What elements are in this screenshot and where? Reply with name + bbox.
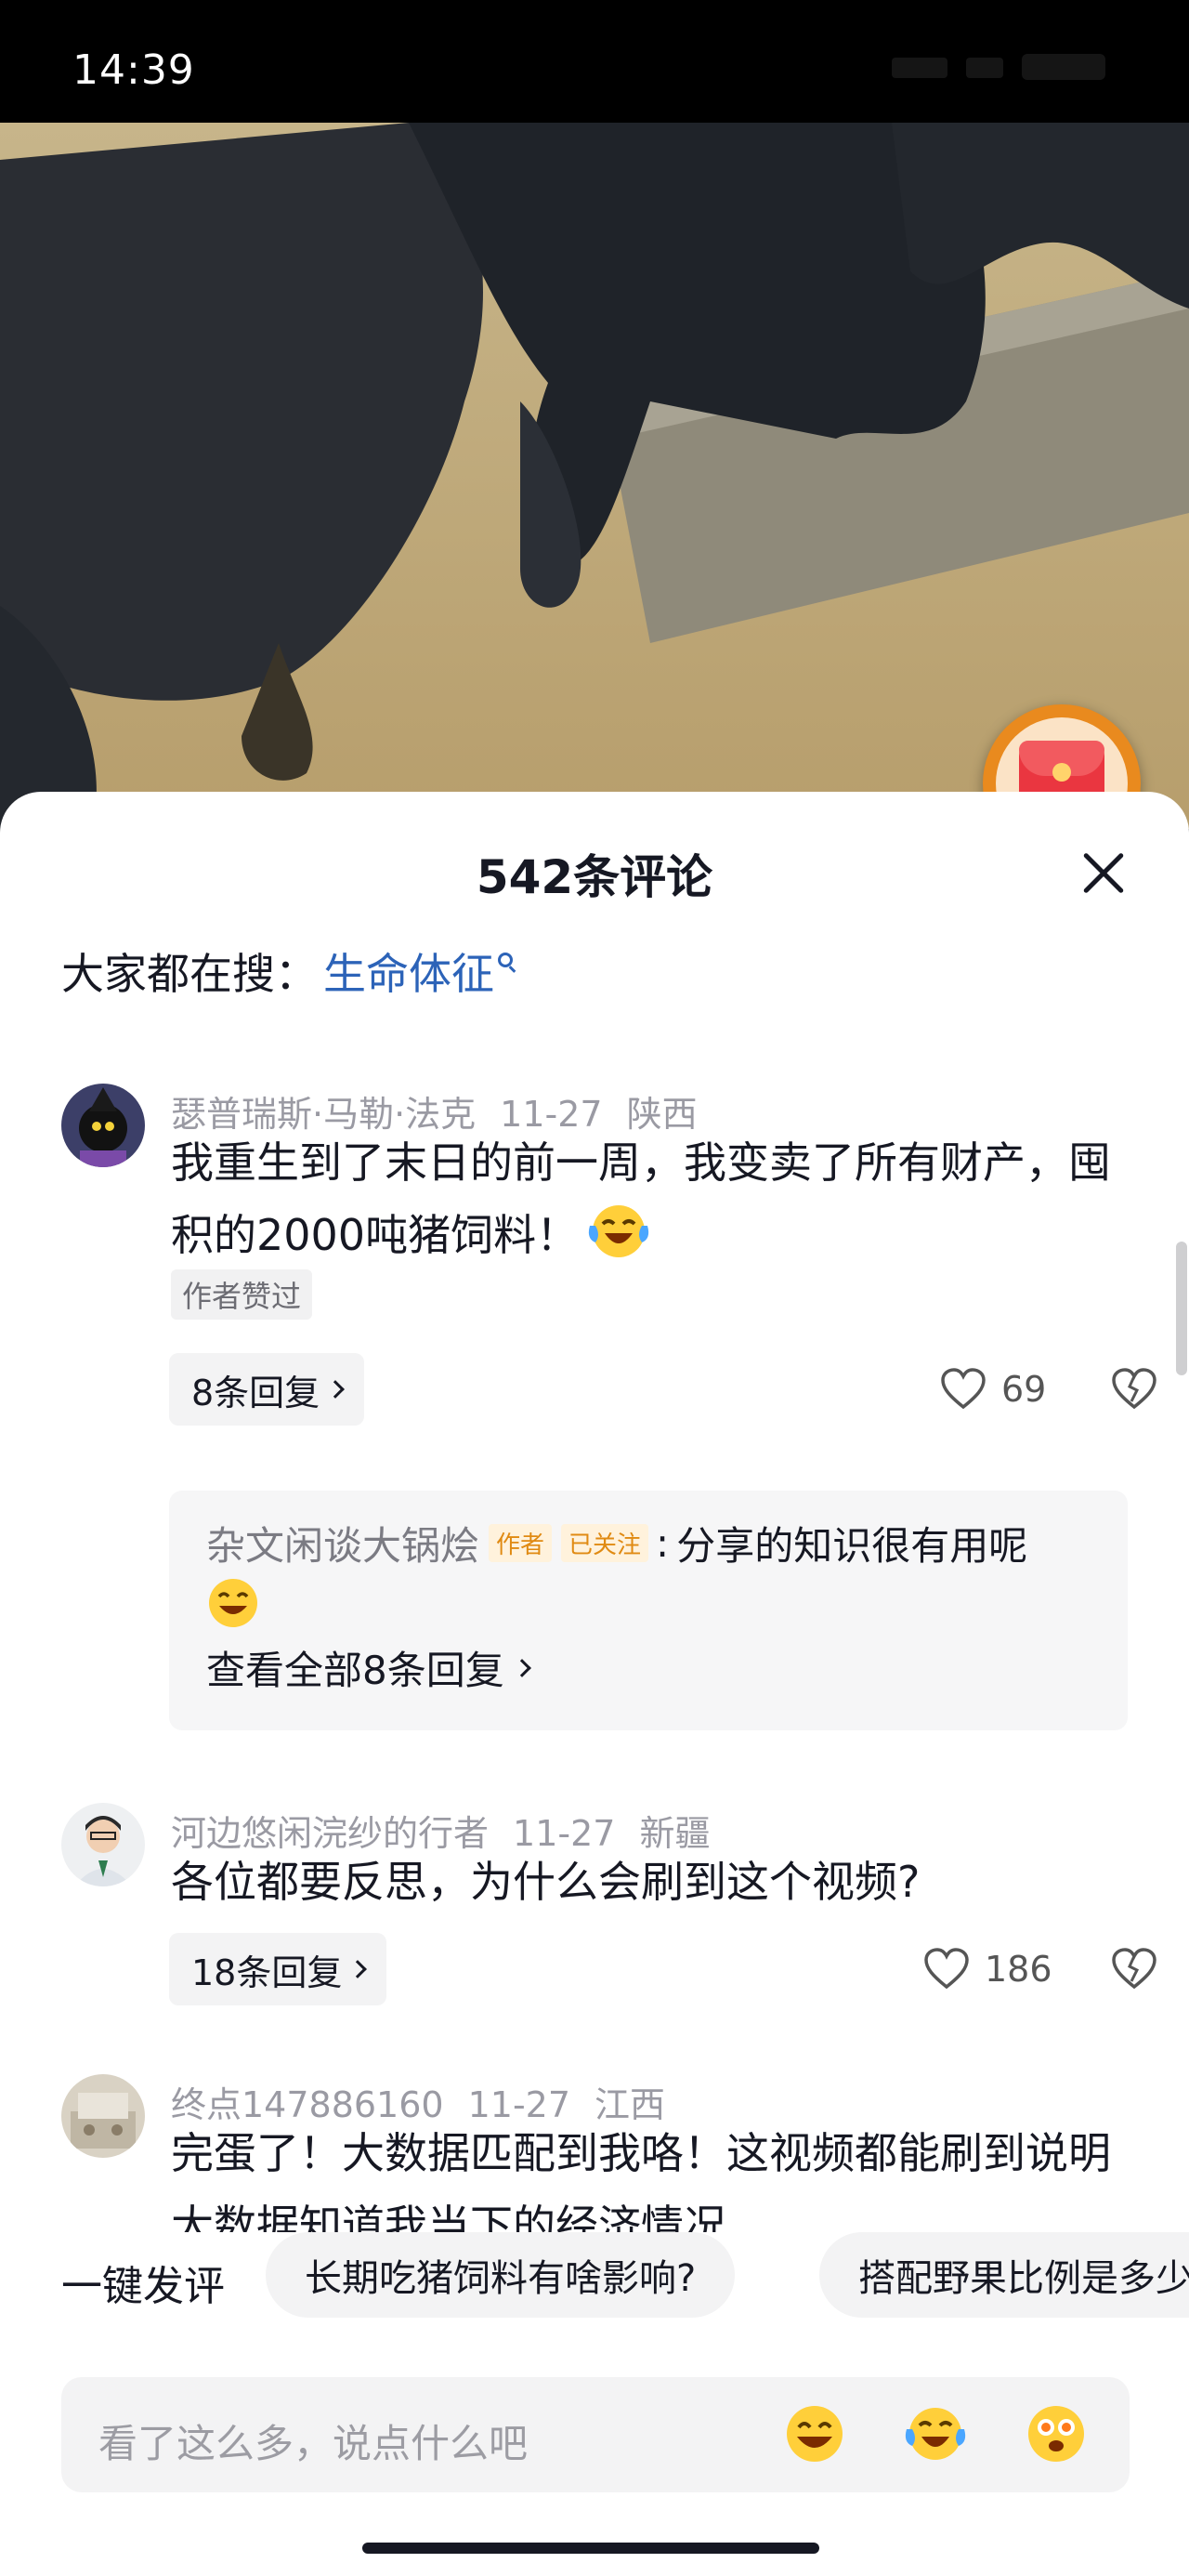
avatar[interactable] — [61, 2074, 145, 2158]
comment-count-title: 542条评论 — [476, 850, 713, 904]
avatar-image — [61, 1803, 145, 1886]
grin-emoji-icon — [209, 1579, 257, 1627]
comment-text: 各位都要反思，为什么会刷到这个视频? — [171, 1857, 921, 1907]
like-button[interactable]: 69 — [940, 1368, 1046, 1411]
quick-comment-label: 一键发评 — [61, 2263, 225, 2310]
system-status-icons — [892, 54, 1105, 80]
trending-search-label: 大家都在搜： — [61, 949, 318, 999]
trending-search-keyword[interactable]: 生命体征 — [323, 940, 494, 1002]
like-count: 186 — [985, 1949, 1052, 1990]
comment-input[interactable]: 看了这么多，说点什么吧 — [61, 2377, 1130, 2492]
view-replies-button[interactable]: 18条回复 — [169, 1933, 387, 2005]
close-icon[interactable] — [1080, 849, 1127, 896]
view-all-replies-link[interactable]: 查看全部8条回复 — [206, 1639, 531, 1696]
laugh-cry-emoji-icon — [588, 1205, 649, 1257]
status-time: 14:39 — [72, 46, 195, 94]
search-icon — [498, 953, 513, 967]
reply-preview[interactable]: 杂文闲谈大锅烩 作者 已关注 : 分享的知识很有用呢 查看全部8条回复 — [169, 1491, 1128, 1730]
chevron-right-icon — [348, 1960, 368, 1978]
comment-text: 我重生到了末日的前一周，我变卖了所有财产，囤积的2000吨猪饲料！ — [171, 1137, 1111, 1260]
author-badge: 作者 — [489, 1524, 553, 1562]
comment-input-placeholder: 看了这么多，说点什么吧 — [98, 2421, 529, 2466]
dislike-icon[interactable] — [1111, 1948, 1157, 1991]
avatar-image — [61, 1084, 145, 1167]
grin-emoji-icon[interactable] — [782, 2403, 847, 2464]
avatar[interactable] — [61, 1084, 145, 1167]
laugh-cry-emoji-icon[interactable] — [903, 2403, 968, 2464]
avatar[interactable] — [61, 1803, 145, 1886]
home-indicator[interactable] — [362, 2543, 819, 2554]
comment-sheet: 542条评论 大家都在搜： 生命体征 瑟普瑞斯·马勒·法克 11-27 陕西 我… — [0, 792, 1189, 2576]
dislike-icon[interactable] — [1111, 1368, 1157, 1411]
quick-comment-chip[interactable]: 长期吃猪饲料有啥影响? — [266, 2232, 736, 2318]
followed-badge: 已关注 — [561, 1524, 649, 1562]
like-count: 69 — [1001, 1369, 1047, 1410]
view-replies-button[interactable]: 8条回复 — [169, 1353, 365, 1426]
author-liked-tag: 作者赞过 — [171, 1269, 313, 1320]
chevron-right-icon — [512, 1658, 531, 1677]
chevron-right-icon — [326, 1380, 346, 1399]
comment-actions: 69 — [669, 1353, 1189, 1426]
quick-comment-bar: 一键发评 长期吃猪饲料有啥影响? 搭配野果比例是多少 — [0, 2232, 1189, 2325]
reply-preview-line: 杂文闲谈大锅烩 作者 已关注 : 分享的知识很有用呢 — [206, 1515, 1027, 1571]
avatar-image — [61, 2074, 145, 2158]
comment-actions: 186 — [669, 1933, 1189, 2005]
reply-text: 分享的知识很有用呢 — [676, 1523, 1028, 1569]
trending-search: 大家都在搜： 生命体征 — [61, 940, 513, 1002]
heart-icon — [924, 1948, 969, 1990]
star-eyes-emoji-icon[interactable] — [1024, 2403, 1089, 2464]
like-button[interactable]: 186 — [923, 1948, 1052, 1991]
reply-username[interactable]: 杂文闲谈大锅烩 — [206, 1515, 479, 1571]
heart-icon — [941, 1368, 986, 1410]
app-screen: 14:39 542条评论 大家都在搜： 生命体征 瑟普瑞斯·马勒·法克 11-2… — [0, 0, 1189, 2576]
quick-comment-chip[interactable]: 搭配野果比例是多少 — [819, 2232, 1189, 2318]
status-bar: 14:39 — [0, 0, 1189, 123]
